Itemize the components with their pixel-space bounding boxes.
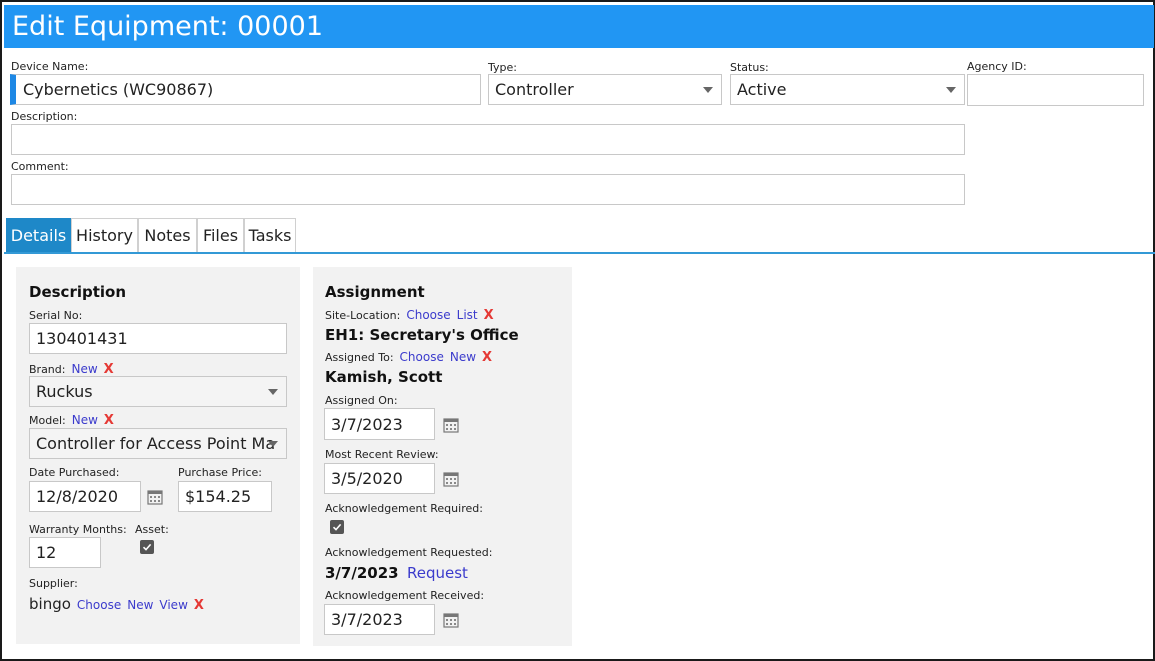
description-label: Description: [11,110,78,123]
calendar-icon[interactable] [147,489,163,505]
ack-request-link[interactable]: Request [407,564,468,582]
model-new-link[interactable]: New [72,413,98,427]
ack-required-checkbox[interactable] [330,520,344,534]
date-purchased-input[interactable]: 12/8/2020 [29,481,141,512]
chevron-down-icon [703,86,713,93]
serial-input[interactable]: 130401431 [29,323,287,354]
description-panel: Description Serial No: 130401431 Brand: N… [16,267,300,644]
brand-select-value: Ruckus [36,382,93,401]
device-name-label: Device Name: [11,60,89,73]
description-input[interactable] [11,124,965,155]
type-label: Type: [488,61,517,74]
chevron-down-icon [268,440,278,447]
edit-equipment-window: Edit Equipment: 00001 Device Name: Cyber… [0,0,1155,661]
model-remove-icon[interactable]: X [104,413,114,428]
supplier-label: Supplier: [29,577,78,590]
description-panel-title: Description [29,283,127,301]
assigned-on-input[interactable]: 3/7/2023 [324,408,435,440]
site-location-label: Site-Location: [325,309,401,322]
tab-tasks[interactable]: Tasks [244,218,296,252]
type-select[interactable]: Controller [488,74,722,105]
brand-label: Brand: [29,363,66,376]
comment-input[interactable] [11,174,965,205]
warranty-label: Warranty Months: [29,523,127,536]
brand-row: Brand: New X [29,362,114,377]
site-list-link[interactable]: List [457,308,478,322]
ack-requested-value: 3/7/2023 [325,564,399,582]
supplier-value: bingo [29,595,71,613]
supplier-new-link[interactable]: New [127,598,153,612]
assigned-to-value: Kamish, Scott [325,368,443,386]
date-purchased-label: Date Purchased: [29,466,120,479]
purchase-price-input[interactable]: $154.25 [178,481,272,512]
status-select-value: Active [737,80,787,99]
model-row: Model: New X [29,413,114,428]
tab-details[interactable]: Details [6,218,71,252]
tab-notes[interactable]: Notes [138,218,197,252]
asset-label: Asset: [135,523,169,536]
calendar-icon[interactable] [443,417,459,433]
calendar-icon[interactable] [443,471,459,487]
ack-received-label: Acknowledgement Received: [325,589,485,602]
supplier-choose-link[interactable]: Choose [77,598,121,612]
assigned-to-label: Assigned To: [325,351,394,364]
model-select[interactable]: Controller for Access Point Ma [29,428,287,459]
device-name-input[interactable]: Cybernetics (WC90867) [10,74,481,105]
ack-received-input[interactable]: 3/7/2023 [324,604,435,635]
tab-underline [4,252,1155,254]
model-label: Model: [29,414,66,427]
brand-select[interactable]: Ruckus [29,376,287,407]
recent-review-input[interactable]: 3/5/2020 [324,463,435,494]
status-label: Status: [730,61,769,74]
ack-requested-label: Acknowledgement Requested: [325,546,493,559]
ack-required-label: Acknowledgement Required: [325,502,483,515]
chevron-down-icon [268,388,278,395]
site-location-row: Site-Location: Choose List X [325,308,494,323]
serial-label: Serial No: [29,309,83,322]
tab-history[interactable]: History [71,218,138,252]
page-title: Edit Equipment: 00001 [4,5,1154,48]
assignment-panel: Assignment Site-Location: Choose List X EH1… [313,267,572,646]
check-icon [332,523,342,531]
supplier-view-link[interactable]: View [159,598,187,612]
model-select-value: Controller for Access Point Ma [36,434,276,453]
tab-files[interactable]: Files [197,218,244,252]
brand-new-link[interactable]: New [71,362,97,376]
assignment-panel-title: Assignment [325,283,425,301]
supplier-remove-icon[interactable]: X [194,598,204,613]
asset-checkbox[interactable] [140,540,154,554]
site-choose-link[interactable]: Choose [406,308,450,322]
site-remove-icon[interactable]: X [484,308,494,323]
assigned-to-row: Assigned To: Choose New X [325,350,492,365]
assigned-new-link[interactable]: New [450,350,476,364]
recent-review-label: Most Recent Review: [325,448,439,461]
purchase-price-label: Purchase Price: [178,466,262,479]
agency-id-input[interactable] [967,74,1144,106]
assigned-remove-icon[interactable]: X [482,350,492,365]
brand-remove-icon[interactable]: X [104,362,114,377]
calendar-icon[interactable] [443,612,459,628]
assigned-choose-link[interactable]: Choose [400,350,444,364]
assigned-on-label: Assigned On: [325,394,398,407]
site-location-value: EH1: Secretary's Office [325,326,519,344]
comment-label: Comment: [11,160,69,173]
agency-id-label: Agency ID: [967,60,1027,73]
warranty-input[interactable]: 12 [29,537,101,568]
chevron-down-icon [946,86,956,93]
check-icon [142,543,152,551]
status-select[interactable]: Active [730,74,965,105]
supplier-row: bingo Choose New View X [29,595,204,613]
type-select-value: Controller [495,80,574,99]
